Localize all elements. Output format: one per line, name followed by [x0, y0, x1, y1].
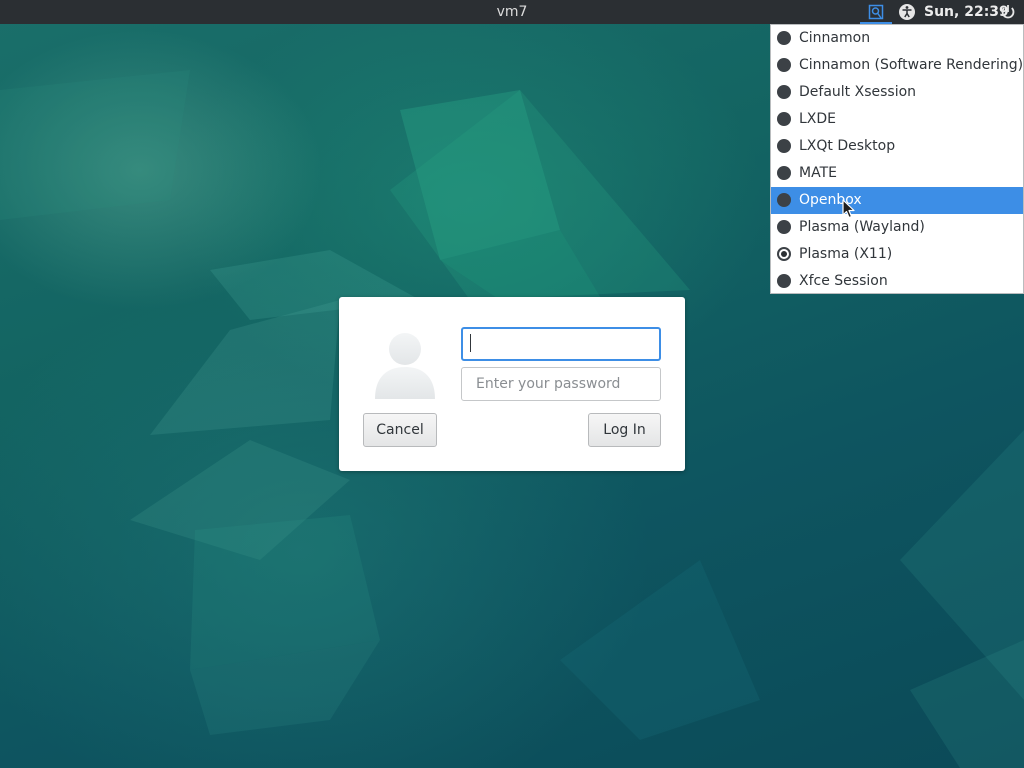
- password-input[interactable]: [461, 367, 661, 401]
- radio-icon: [777, 220, 791, 234]
- session-item-label: Cinnamon: [799, 30, 871, 46]
- session-chooser-icon[interactable]: [860, 2, 892, 24]
- session-item-label: Plasma (X11): [799, 246, 893, 262]
- text-caret: [470, 334, 471, 352]
- session-item-lxqt[interactable]: LXQt Desktop: [771, 133, 1023, 160]
- session-item-label: LXDE: [799, 111, 837, 127]
- radio-icon: [777, 112, 791, 126]
- accessibility-icon[interactable]: [898, 3, 916, 21]
- cancel-button[interactable]: Cancel: [363, 413, 437, 447]
- radio-icon: [777, 58, 791, 72]
- session-item-plasma-wayland[interactable]: Plasma (Wayland): [771, 214, 1023, 241]
- radio-icon: [777, 139, 791, 153]
- radio-icon: [777, 166, 791, 180]
- session-item-openbox[interactable]: Openbox: [771, 187, 1023, 214]
- session-item-cinnamon-software[interactable]: Cinnamon (Software Rendering): [771, 52, 1023, 79]
- session-menu: Cinnamon Cinnamon (Software Rendering) D…: [770, 24, 1024, 294]
- power-icon[interactable]: [999, 3, 1017, 21]
- user-avatar-icon: [369, 327, 441, 399]
- radio-icon: [777, 193, 791, 207]
- session-item-label: Default Xsession: [799, 84, 917, 100]
- login-button[interactable]: Log In: [588, 413, 661, 447]
- session-item-xfce[interactable]: Xfce Session: [771, 268, 1023, 295]
- session-item-label: LXQt Desktop: [799, 138, 896, 154]
- login-dialog: Cancel Log In: [339, 297, 685, 471]
- session-item-cinnamon[interactable]: Cinnamon: [771, 25, 1023, 52]
- session-item-plasma-x11[interactable]: Plasma (X11): [771, 241, 1023, 268]
- session-item-default-xsession[interactable]: Default Xsession: [771, 79, 1023, 106]
- radio-checked-icon: [777, 247, 791, 261]
- session-item-mate[interactable]: MATE: [771, 160, 1023, 187]
- session-item-lxde[interactable]: LXDE: [771, 106, 1023, 133]
- mouse-cursor-icon: [842, 199, 856, 223]
- session-item-label: Xfce Session: [799, 273, 888, 289]
- radio-icon: [777, 85, 791, 99]
- session-item-label: MATE: [799, 165, 837, 181]
- radio-icon: [777, 274, 791, 288]
- clock[interactable]: Sun, 22:39: [924, 0, 1009, 24]
- radio-icon: [777, 31, 791, 45]
- username-input[interactable]: [461, 327, 661, 361]
- top-panel: vm7 Sun, 22:39: [0, 0, 1024, 24]
- session-item-label: Cinnamon (Software Rendering): [799, 57, 1024, 73]
- session-item-label: Plasma (Wayland): [799, 219, 925, 235]
